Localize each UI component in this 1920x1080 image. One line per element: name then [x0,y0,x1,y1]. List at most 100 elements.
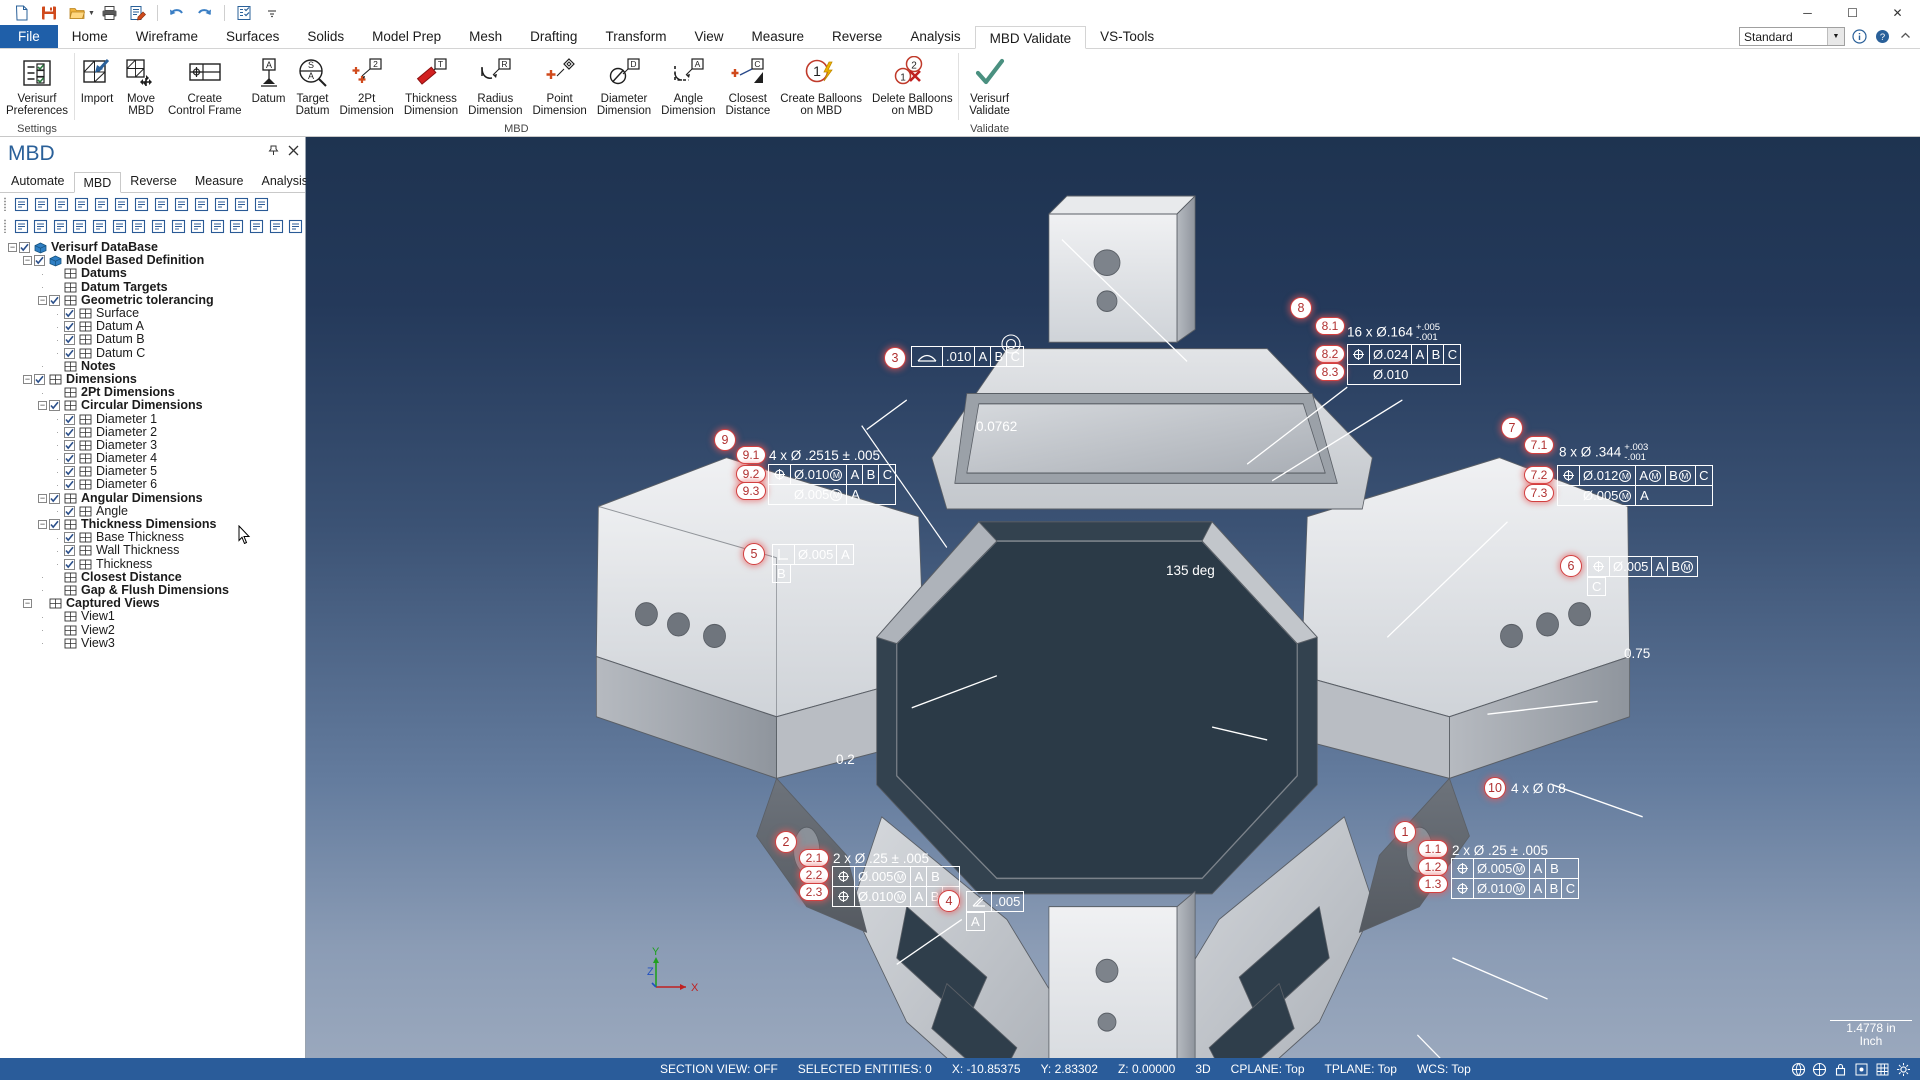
closest-dist-small-icon[interactable] [208,217,227,236]
balloon-delete-small-icon[interactable] [286,217,305,236]
fcf-8-stack[interactable]: Ø.024 A B C Ø.010 [1347,344,1462,385]
tree-item[interactable]: · Datum B [8,333,305,346]
delete-balloons-on-mbd-button[interactable]: 2 1 Delete Balloons on MBD [867,53,958,117]
fcf-6[interactable]: Ø.005 A BM [1587,556,1699,577]
fcf-1-3[interactable]: Ø.010 M A B C [1451,879,1580,899]
fcf-4-datum-a-box[interactable]: A [966,912,985,931]
status-section-view[interactable]: SECTION VIEW: OFF [650,1062,788,1076]
angle-dim-small-icon[interactable] [169,217,188,236]
balloon-8-1[interactable]: 8.1 [1315,317,1345,335]
tree-checkbox[interactable] [64,413,75,425]
balloon-10[interactable]: 10 [1484,777,1506,799]
tree-item[interactable]: − Captured Views [8,597,305,610]
tree-checkbox[interactable] [64,321,75,333]
tree-checkbox[interactable] [49,519,60,531]
mbd-tree[interactable]: − Verisurf DataBase − Model Based Definitio… [0,237,305,1058]
balloon-9-2[interactable]: 9.2 [736,465,766,483]
tree-expander[interactable]: − [23,256,32,266]
open-folder-icon[interactable] [64,2,90,24]
ribbon-tab-view[interactable]: View [680,25,737,48]
fcf-9-2[interactable]: Ø.010 M A B C [768,464,897,485]
control-frame-small-icon[interactable] [71,217,90,236]
point-dimension-button[interactable]: Point Dimension [527,53,591,117]
tree-checkbox[interactable] [49,492,60,504]
tree-item[interactable]: − Angular Dimensions [8,491,305,505]
fcf-9-stack[interactable]: Ø.010 M A B C Ø.005 M A [768,464,897,505]
balloon-9-3[interactable]: 9.3 [736,482,766,500]
radius-dim-small-icon[interactable] [149,217,168,236]
tree-item[interactable]: · Diameter 5 [8,465,305,478]
book-icon[interactable] [32,195,51,214]
fcf-5-datum-b-box[interactable]: B [772,564,791,583]
chevron-down-icon[interactable]: ▼ [1827,28,1844,45]
grid-icon[interactable] [1874,1061,1891,1078]
fcf-9-3[interactable]: Ø.005 M A [768,485,897,505]
tree-item[interactable]: · Diameter 6 [8,478,305,491]
print-preview-icon[interactable] [125,2,151,24]
checklist-icon[interactable] [231,2,257,24]
tree-item[interactable]: · Base Thickness [8,531,305,544]
fcf-5[interactable]: Ø.005 A [772,544,855,565]
tree-checkbox[interactable] [64,505,75,517]
new-document-icon[interactable] [8,2,34,24]
info-icon[interactable] [1851,28,1868,45]
tree-item[interactable]: − Thickness Dimensions [8,518,305,531]
import-mbd-small-icon[interactable] [252,195,271,214]
status-tplane[interactable]: TPLANE: Top [1315,1062,1407,1076]
thickness-dim-small-icon[interactable] [110,217,129,236]
fcf-1-stack[interactable]: Ø.005 M A B Ø.010 M A B C [1451,858,1580,899]
ribbon-tab-mbd-validate[interactable]: MBD Validate [974,26,1087,49]
target-datum-small-icon[interactable] [51,217,70,236]
ribbon-tab-reverse[interactable]: Reverse [818,25,896,48]
tree-item[interactable]: − Verisurf DataBase [8,241,305,254]
maximize-button[interactable]: ☐ [1830,0,1875,26]
tree-item[interactable]: · Datum A [8,320,305,333]
export-icon[interactable] [152,195,171,214]
verisurf-validate-button[interactable]: Verisurf Validate [959,53,1021,117]
redo-icon[interactable] [192,2,218,24]
tree-item[interactable]: · Notes [8,359,305,373]
balloon-9[interactable]: 9 [714,429,736,451]
tree-checkbox[interactable] [64,426,75,438]
sphere-icon[interactable] [192,195,211,214]
tree-checkbox[interactable] [49,294,60,306]
3d-viewport[interactable]: 3 .010 A B C 0.0762 8 8.1 16 x Ø.164 +.00… [306,137,1920,1058]
tree-expander[interactable]: − [8,243,17,253]
balloon-8[interactable]: 8 [1290,297,1312,319]
move-mbd-small-icon[interactable] [12,217,31,236]
dock-tab-automate[interactable]: Automate [2,171,74,192]
tree-checkbox[interactable] [64,439,75,451]
balloon-8-2[interactable]: 8.2 [1315,345,1345,363]
fcf-6-datum-c-box[interactable]: C [1587,577,1607,596]
tree-checkbox[interactable] [64,558,75,570]
import-button[interactable]: Import [75,53,119,106]
print-icon[interactable] [97,2,123,24]
tree-checkbox[interactable] [64,347,75,359]
angle-dimension-button[interactable]: A Angle Dimension [656,53,720,117]
toolbar-grip-2[interactable] [4,218,11,234]
tree-item[interactable]: · Datum C [8,346,305,360]
point-dim-small-icon[interactable] [188,217,207,236]
ribbon-tab-file[interactable]: File [0,25,58,48]
gdt-icon[interactable] [247,217,266,236]
tree-item[interactable]: · View1 [8,610,305,623]
diameter-dimension-button[interactable]: D Diameter Dimension [592,53,656,117]
tree-item[interactable]: · Diameter 1 [8,412,305,425]
balloon-6[interactable]: 6 [1560,555,1582,577]
tree-checkbox[interactable] [64,466,75,478]
report-icon[interactable] [12,195,31,214]
minimize-button[interactable]: ─ [1785,0,1830,26]
target-datum-button[interactable]: S A Target Datum [291,53,335,117]
ribbon-tab-wireframe[interactable]: Wireframe [122,25,212,48]
save-icon[interactable] [36,2,62,24]
close-button[interactable]: ✕ [1875,0,1920,26]
capture-view-icon[interactable] [52,195,71,214]
ribbon-tab-vs-tools[interactable]: VS-Tools [1086,25,1168,48]
balloon-2[interactable]: 2 [775,831,797,853]
ribbon-tab-home[interactable]: Home [58,25,122,48]
create-control-frame-button[interactable]: Create Control Frame [163,53,247,117]
status-wcs[interactable]: WCS: Top [1407,1062,1481,1076]
fcf-7-stack[interactable]: Ø.012 M AM BM C Ø.005 M A [1557,465,1713,506]
tree-item[interactable]: · Diameter 3 [8,438,305,452]
balloon-2-1[interactable]: 2.1 [799,849,829,867]
